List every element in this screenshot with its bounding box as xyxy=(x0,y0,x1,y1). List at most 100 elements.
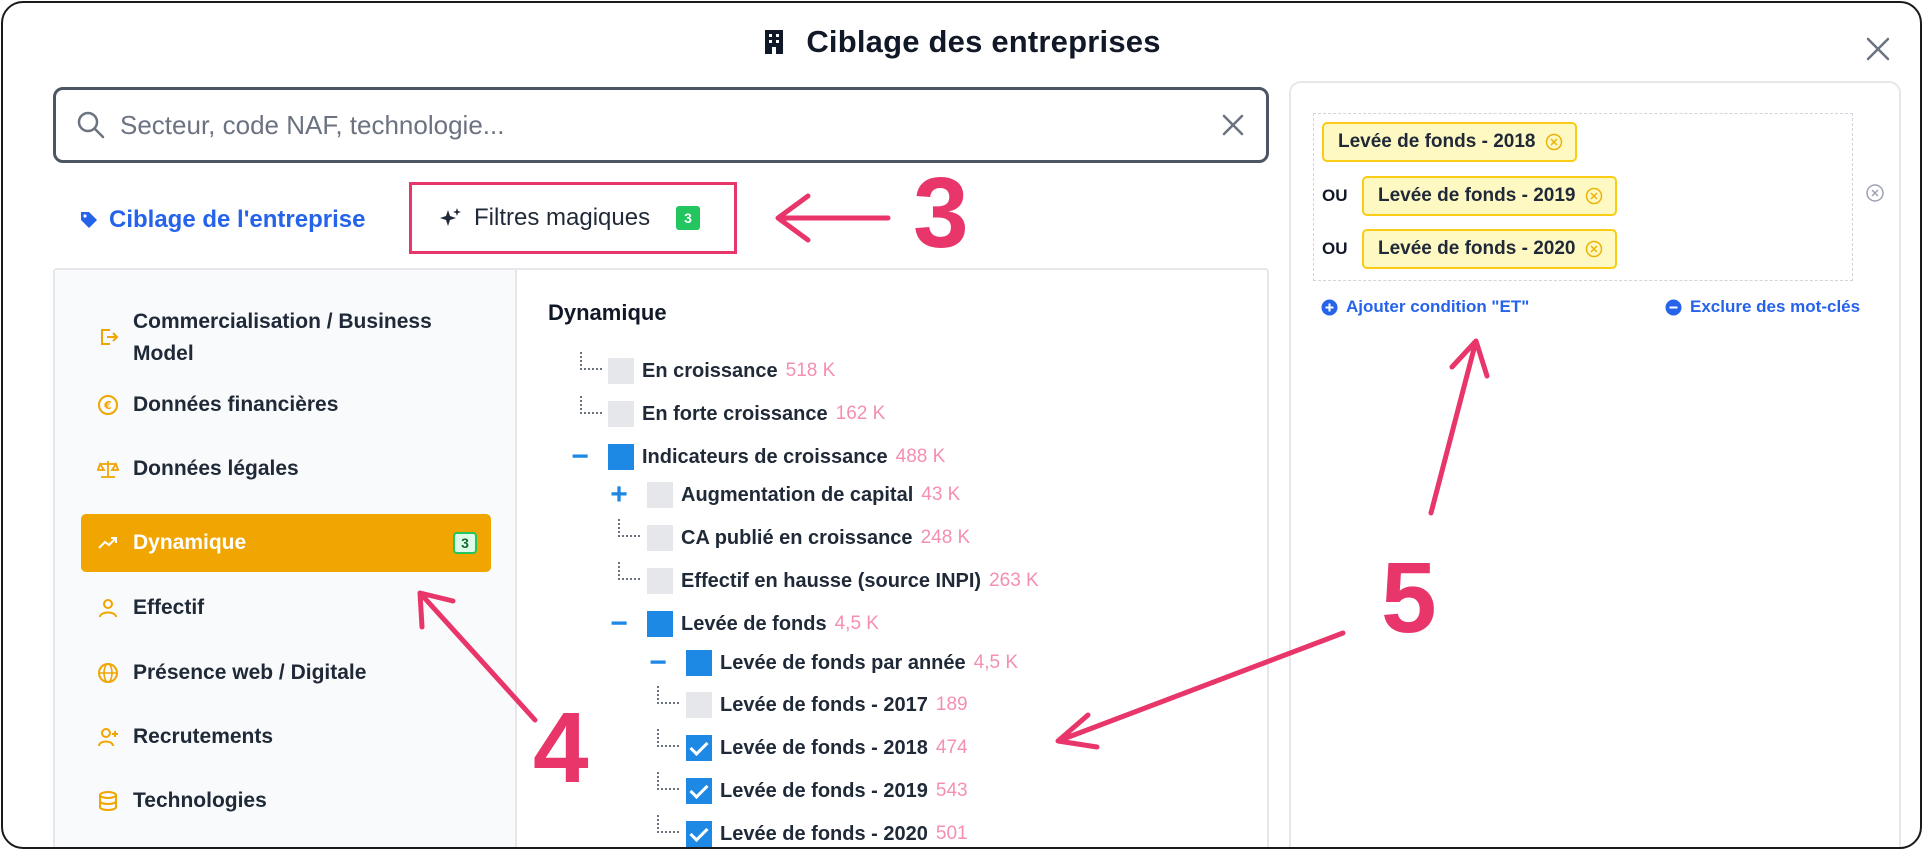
tree-connector xyxy=(657,686,679,704)
remove-group-icon[interactable] xyxy=(1865,183,1885,203)
condition-row: OU Levée de fonds - 2020 xyxy=(1322,229,1618,269)
node-checkbox[interactable] xyxy=(647,611,673,637)
collapse-toggle[interactable]: − xyxy=(608,609,630,639)
modal-header: Ciblage des entreprises xyxy=(3,21,1920,63)
add-and-condition-button[interactable]: Ajouter condition "ET" xyxy=(1321,297,1529,317)
node-checkbox-checked[interactable] xyxy=(686,821,712,847)
sidebar-item-recruitment[interactable]: Recrutements xyxy=(81,717,491,757)
category-sidebar: Commercialisation / Business Model € Don… xyxy=(55,270,517,847)
sidebar-item-effectif[interactable]: Effectif xyxy=(81,588,491,628)
node-count: 543 xyxy=(935,780,968,801)
sidebar-item-business-model[interactable]: Commercialisation / Business Model xyxy=(81,300,491,370)
node-checkbox[interactable] xyxy=(647,525,673,551)
tab-company-label: Ciblage de l'entreprise xyxy=(109,206,366,233)
exclude-keywords-button[interactable]: Exclure des mot-clés xyxy=(1665,297,1860,317)
selected-conditions-panel: Levée de fonds - 2018 OU Levée de fonds … xyxy=(1289,81,1901,847)
node-label: Levée de fonds - 2017 xyxy=(720,693,928,716)
node-count: 189 xyxy=(935,694,968,715)
node-checkbox[interactable] xyxy=(686,692,712,718)
node-label: Levée de fonds xyxy=(681,612,827,635)
magic-filters-count-badge: 3 xyxy=(676,206,701,230)
person-add-icon xyxy=(98,728,118,747)
globe-icon xyxy=(98,663,118,683)
add-and-condition-label: Ajouter condition "ET" xyxy=(1346,297,1530,316)
sidebar-item-web-presence[interactable]: Présence web / Digitale xyxy=(81,653,491,693)
plus-circle-icon xyxy=(1321,299,1338,315)
condition-row: Levée de fonds - 2018 xyxy=(1322,122,1578,162)
close-icon[interactable] xyxy=(1858,29,1898,69)
tree-node-effectif-hausse[interactable]: Effectif en hausse (source INPI) 263 K xyxy=(647,566,1039,596)
node-label: Effectif en hausse (source INPI) xyxy=(681,569,982,592)
scale-icon xyxy=(97,461,119,478)
tag-icon xyxy=(81,212,97,228)
collapse-toggle[interactable]: − xyxy=(569,442,591,472)
sidebar-item-legal-data[interactable]: Données légales xyxy=(81,449,491,489)
search-field[interactable] xyxy=(53,87,1269,163)
arrow-to-magic-filters xyxy=(775,193,891,243)
filter-tree: Dynamique − + − − En croissance 518 K En xyxy=(518,270,1267,847)
tree-node-levee-2020[interactable]: Levée de fonds - 2020 501 xyxy=(686,819,968,847)
minus-circle-icon xyxy=(1665,299,1682,315)
node-label: Levée de fonds - 2019 xyxy=(720,779,928,802)
annotation-number-3: 3 xyxy=(913,157,969,269)
tree-node-augmentation-capital[interactable]: Augmentation de capital 43 K xyxy=(647,480,960,510)
tree-node-levee-par-annee[interactable]: Levée de fonds par année 4,5 K xyxy=(686,648,1018,678)
node-count: 474 xyxy=(935,737,968,758)
tree-node-indicateurs-croissance[interactable]: Indicateurs de croissance 488 K xyxy=(608,442,945,472)
node-count: 43 K xyxy=(921,484,961,505)
node-count: 4,5 K xyxy=(834,613,879,634)
node-checkbox[interactable] xyxy=(608,358,634,384)
node-checkbox[interactable] xyxy=(608,401,634,427)
remove-chip-icon[interactable] xyxy=(1585,187,1603,205)
sidebar-item-label: Présence web / Digitale xyxy=(133,661,367,684)
condition-group: Levée de fonds - 2018 OU Levée de fonds … xyxy=(1313,113,1853,281)
sidebar-item-label: Technologies xyxy=(133,789,267,812)
node-count: 501 xyxy=(935,823,968,844)
remove-chip-icon[interactable] xyxy=(1545,133,1563,151)
exit-icon xyxy=(101,329,119,345)
node-count: 4,5 K xyxy=(973,652,1019,673)
search-input[interactable] xyxy=(120,109,1216,141)
targeting-modal: Ciblage des entreprises Ciblage de l'ent… xyxy=(1,1,1922,849)
clear-search-icon[interactable] xyxy=(1216,108,1250,142)
node-checkbox[interactable] xyxy=(686,650,712,676)
sidebar-item-label: Données financières xyxy=(133,393,339,416)
modal-title: Ciblage des entreprises xyxy=(806,24,1161,59)
tab-magic-filters[interactable]: Filtres magiques 3 xyxy=(409,182,737,254)
or-operator: OU xyxy=(1322,239,1348,258)
node-checkbox[interactable] xyxy=(647,482,673,508)
tree-connector xyxy=(580,396,602,414)
tree-node-levee-2018[interactable]: Levée de fonds - 2018 474 xyxy=(686,733,968,763)
node-checkbox[interactable] xyxy=(608,444,634,470)
trend-up-icon xyxy=(98,537,117,549)
node-checkbox[interactable] xyxy=(647,568,673,594)
tree-node-levee-2019[interactable]: Levée de fonds - 2019 543 xyxy=(686,776,968,806)
tree-node-ca-publie[interactable]: CA publié en croissance 248 K xyxy=(647,523,970,553)
tree-node-en-croissance[interactable]: En croissance 518 K xyxy=(608,356,835,386)
node-count: 518 K xyxy=(785,360,836,381)
sidebar-item-financial-data[interactable]: € Données financières xyxy=(81,385,491,425)
node-label: Indicateurs de croissance xyxy=(642,445,888,468)
tree-node-levee-2017[interactable]: Levée de fonds - 2017 189 xyxy=(686,690,968,720)
node-label: Augmentation de capital xyxy=(681,483,914,506)
tree-connector xyxy=(580,352,602,370)
tree-connector xyxy=(657,815,679,833)
sidebar-item-dynamique[interactable]: Dynamique 3 xyxy=(81,514,491,572)
tree-node-en-forte-croissance[interactable]: En forte croissance 162 K xyxy=(608,399,885,429)
remove-chip-icon[interactable] xyxy=(1585,240,1603,258)
or-operator: OU xyxy=(1322,186,1348,205)
node-checkbox-checked[interactable] xyxy=(686,778,712,804)
collapse-toggle[interactable]: − xyxy=(647,648,669,678)
sparkles-icon xyxy=(440,208,461,226)
sidebar-item-technologies[interactable]: Technologies xyxy=(81,781,491,821)
tab-company-targeting[interactable]: Ciblage de l'entreprise xyxy=(79,203,365,237)
expand-toggle[interactable]: + xyxy=(608,480,630,510)
tree-connector xyxy=(618,519,640,537)
node-checkbox-checked[interactable] xyxy=(686,735,712,761)
search-icon xyxy=(77,111,105,139)
tree-node-levee-de-fonds[interactable]: Levée de fonds 4,5 K xyxy=(647,609,879,639)
svg-text:€: € xyxy=(103,399,112,412)
node-label: CA publié en croissance xyxy=(681,526,913,549)
node-count: 488 K xyxy=(895,446,946,467)
person-icon xyxy=(99,599,117,618)
